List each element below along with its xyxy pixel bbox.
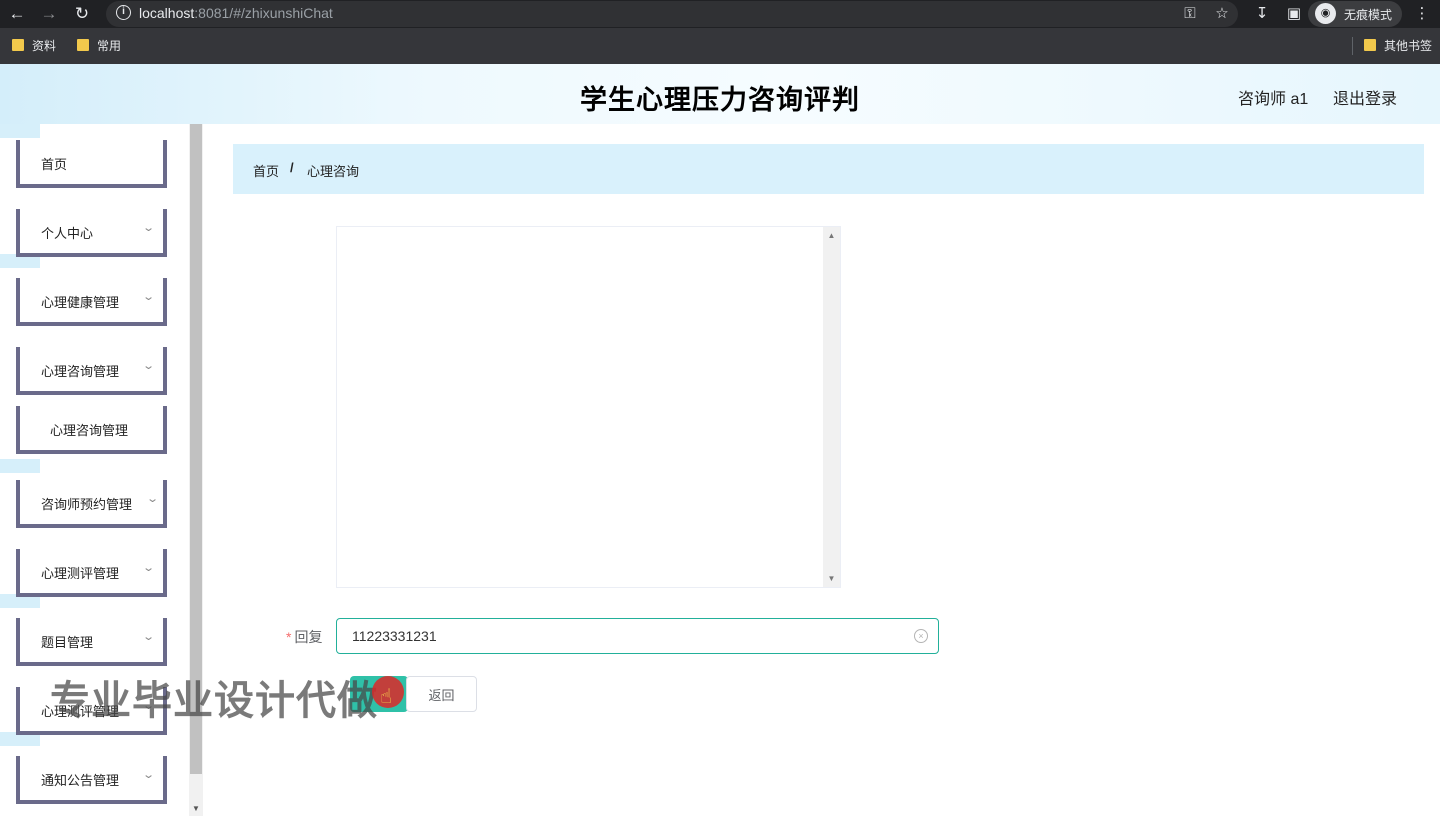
sidebar-item-label: 心理测评管理 xyxy=(41,566,120,581)
reload-icon[interactable]: ↻ xyxy=(71,3,93,25)
other-bookmarks[interactable]: 其他书签 xyxy=(1364,38,1432,54)
sidebar-item-assessment[interactable]: 心理测评管理 ⌄ xyxy=(16,549,167,597)
sidebar-item-home[interactable]: 首页 xyxy=(16,140,167,188)
sidebar-decoration xyxy=(0,459,40,473)
chevron-down-icon: ⌄ xyxy=(141,769,155,781)
sidebar-item-label: 题目管理 xyxy=(41,635,94,650)
browser-toolbar: ← → ↻ i localhost:8081/#/zhixunshiChat ⚿… xyxy=(0,0,1440,28)
sidebar-item-label: 通知公告管理 xyxy=(41,773,120,788)
watermark-text: 专业毕业设计代做 xyxy=(50,679,378,723)
chevron-down-icon: ⌄ xyxy=(141,562,155,574)
scroll-down-arrow-icon[interactable]: ▼ xyxy=(190,804,202,814)
sidebar-subitem-consult[interactable]: 心理咨询管理 xyxy=(16,406,167,454)
back-arrow-icon[interactable]: ← xyxy=(6,3,28,25)
breadcrumb-current: 心理咨询 xyxy=(307,164,360,179)
sidebar-item-appointment[interactable]: 咨询师预约管理 ⌄ xyxy=(16,480,167,528)
bookmarks-bar: 资料 常用 其他书签 xyxy=(0,28,1440,64)
page-title: 学生心理压力咨询评判 xyxy=(580,85,860,115)
sidebar-item-label: 咨询师预约管理 xyxy=(41,497,133,512)
chevron-down-icon: ⌄ xyxy=(141,291,155,303)
breadcrumb: 首页 / 心理咨询 xyxy=(233,144,1424,194)
chevron-down-icon: ⌄ xyxy=(141,631,155,643)
sidebar-item-label: 心理咨询管理 xyxy=(41,364,120,379)
sidebar-item-label: 首页 xyxy=(41,157,68,172)
site-info-icon[interactable]: i xyxy=(116,5,131,20)
folder-icon xyxy=(12,39,24,51)
sidebar-item-label: 个人中心 xyxy=(41,226,94,241)
chevron-down-icon: ⌄ xyxy=(145,493,159,505)
chat-scrollbar[interactable] xyxy=(823,227,840,587)
bookmark-folder-1[interactable]: 资料 xyxy=(12,38,56,54)
required-mark: * xyxy=(286,629,292,645)
current-user: 咨询师 a1 xyxy=(1238,91,1309,108)
chevron-down-icon: ⌄ xyxy=(141,222,155,234)
clear-icon[interactable]: × xyxy=(914,629,928,643)
star-icon[interactable]: ☆ xyxy=(1212,4,1232,24)
more-menu-icon[interactable]: ⋮ xyxy=(1412,4,1432,24)
hand-cursor-icon: ☝ xyxy=(380,686,393,708)
scroll-up-arrow-icon[interactable]: ▲ xyxy=(823,227,840,244)
folder-icon xyxy=(1364,39,1376,51)
bookmark-divider xyxy=(1352,37,1353,55)
app-header: 学生心理压力咨询评判 咨询师 a1 退出登录 xyxy=(0,64,1440,124)
logout-link[interactable]: 退出登录 xyxy=(1333,85,1397,109)
back-button[interactable]: 返回 xyxy=(406,676,477,712)
sidebar-item-questions[interactable]: 题目管理 ⌄ xyxy=(16,618,167,666)
key-icon[interactable]: ⚿ xyxy=(1180,4,1200,24)
chevron-down-icon: ⌄ xyxy=(141,360,155,372)
sidebar-item-consult[interactable]: 心理咨询管理 ⌄ xyxy=(16,347,167,395)
bookmark-folder-2[interactable]: 常用 xyxy=(77,38,121,54)
chat-message-area[interactable]: ▲ ▼ xyxy=(336,226,841,588)
folder-icon xyxy=(77,39,89,51)
sidebar-decoration xyxy=(0,124,40,138)
url-text[interactable]: localhost:8081/#/zhixunshiChat xyxy=(139,5,333,21)
sidebar-item-label: 心理咨询管理 xyxy=(50,423,129,438)
side-panel-icon[interactable]: ▣ xyxy=(1284,4,1304,24)
breadcrumb-separator: / xyxy=(290,160,294,175)
sidebar-item-label: 心理健康管理 xyxy=(41,295,120,310)
incognito-label: 无痕模式 xyxy=(1344,8,1393,22)
download-icon[interactable]: ↧ xyxy=(1252,4,1272,24)
scroll-down-arrow-icon[interactable]: ▼ xyxy=(823,570,840,587)
breadcrumb-home[interactable]: 首页 xyxy=(253,161,279,180)
forward-arrow-icon[interactable]: → xyxy=(38,3,60,25)
reply-label: * 回复 xyxy=(286,629,323,645)
sidebar-item-notices[interactable]: 通知公告管理 ⌄ xyxy=(16,756,167,804)
reply-input[interactable] xyxy=(336,618,939,654)
incognito-icon: ◉ xyxy=(1315,3,1336,24)
sidebar-item-profile[interactable]: 个人中心 ⌄ xyxy=(16,209,167,257)
sidebar-item-mental-health[interactable]: 心理健康管理 ⌄ xyxy=(16,278,167,326)
